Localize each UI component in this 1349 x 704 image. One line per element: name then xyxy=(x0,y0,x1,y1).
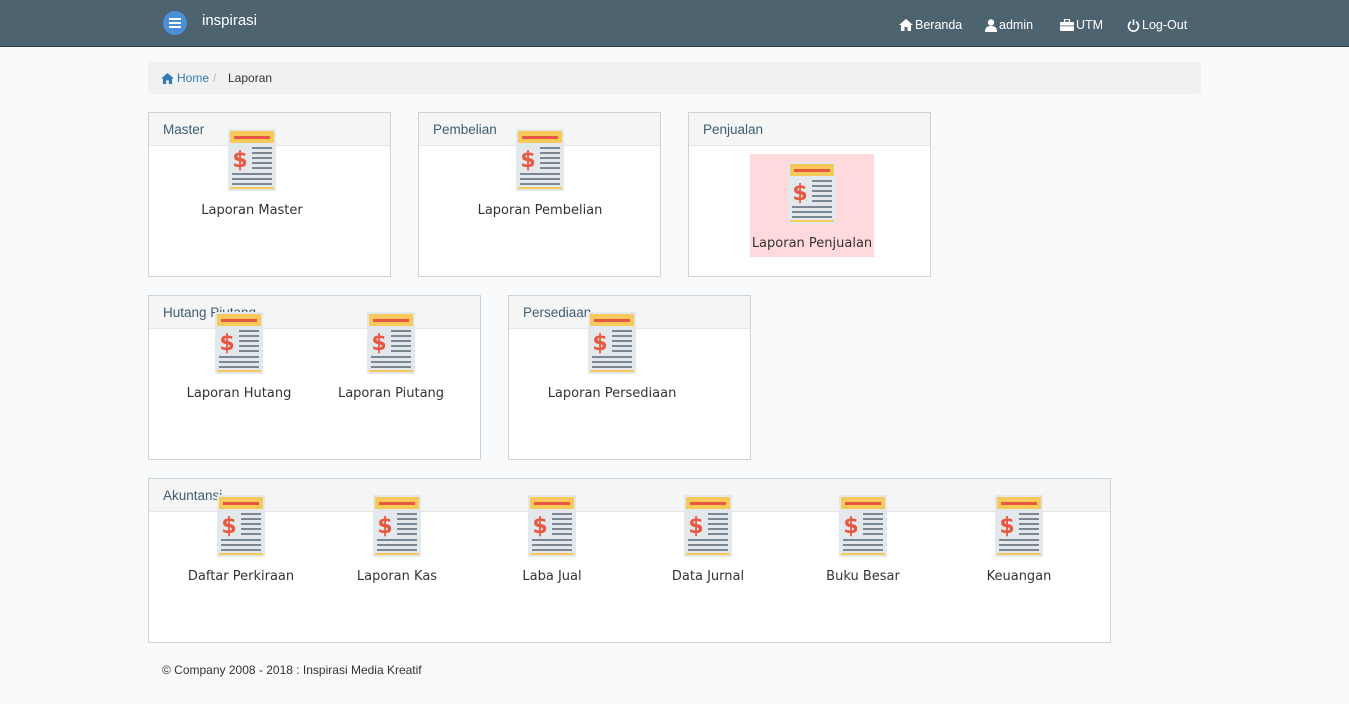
report-item-label: Laba Jual xyxy=(522,569,582,584)
nav-utm-label: UTM xyxy=(1076,18,1104,32)
breadcrumb-current: Laporan xyxy=(228,71,273,85)
svg-text:$: $ xyxy=(792,181,807,206)
brand-name[interactable]: inspirasi xyxy=(202,12,257,29)
svg-text:$: $ xyxy=(232,148,247,173)
report-item-label: Laporan Kas xyxy=(356,569,438,584)
report-document-icon: $ xyxy=(228,129,276,191)
report-item-label: Laporan Persediaan xyxy=(547,386,677,401)
breadcrumb-separator: / xyxy=(213,71,217,85)
footer-copyright: © Company 2008 - 2018 : Inspirasi Media … xyxy=(162,663,422,677)
report-item-label: Daftar Perkiraan xyxy=(187,569,295,584)
report-item-laporan-master[interactable]: $ Laporan Master xyxy=(190,121,314,224)
report-item-label: Laporan Penjualan xyxy=(751,236,873,251)
report-document-icon: $ xyxy=(373,495,421,557)
svg-text:$: $ xyxy=(221,514,236,539)
report-item-keuangan[interactable]: $ Keuangan xyxy=(957,487,1081,590)
report-item-laporan-pembelian[interactable]: $ Laporan Pembelian xyxy=(478,121,602,224)
report-item-laporan-piutang[interactable]: $ Laporan Piutang xyxy=(329,304,453,407)
panel-penjualan-title: Penjualan xyxy=(689,113,930,146)
svg-text:$: $ xyxy=(843,514,858,539)
report-document-icon: $ xyxy=(684,495,732,557)
svg-text:$: $ xyxy=(520,148,535,173)
report-item-data-jurnal[interactable]: $ Data Jurnal xyxy=(646,487,770,590)
svg-text:$: $ xyxy=(592,331,607,356)
nav-utm-link[interactable]: UTM xyxy=(1060,16,1103,34)
nav-logout-link[interactable]: Log-Out xyxy=(1127,16,1187,34)
briefcase-icon xyxy=(1060,19,1074,31)
svg-text:$: $ xyxy=(219,331,234,356)
report-item-laporan-kas[interactable]: $ Laporan Kas xyxy=(335,487,459,590)
top-navbar: inspirasi Beranda admin UTM Log-Out xyxy=(0,0,1349,47)
report-item-label: Data Jurnal xyxy=(671,569,745,584)
report-item-label: Laporan Piutang xyxy=(337,386,445,401)
report-document-icon: $ xyxy=(528,495,576,557)
breadcrumb-home-label: Home xyxy=(177,71,210,85)
breadcrumb: Home / Laporan xyxy=(148,62,1201,94)
report-item-daftar-perkiraan[interactable]: $ Daftar Perkiraan xyxy=(179,487,303,590)
report-item-buku-besar[interactable]: $ Buku Besar xyxy=(801,487,925,590)
svg-text:$: $ xyxy=(377,514,392,539)
report-item-laporan-persediaan[interactable]: $ Laporan Persediaan xyxy=(548,304,676,407)
svg-text:$: $ xyxy=(688,514,703,539)
home-icon xyxy=(161,72,174,84)
report-document-icon: $ xyxy=(839,495,887,557)
home-icon xyxy=(899,19,913,31)
report-item-laporan-hutang[interactable]: $ Laporan Hutang xyxy=(177,304,301,407)
panel-pembelian: Pembelian $ Laporan Pembelian xyxy=(418,112,661,277)
report-document-icon: $ xyxy=(588,312,636,374)
menu-toggle-icon[interactable] xyxy=(163,11,187,35)
svg-text:$: $ xyxy=(371,331,386,356)
report-document-icon: $ xyxy=(367,312,415,374)
user-icon xyxy=(985,18,997,32)
report-item-label: Laporan Pembelian xyxy=(477,203,603,218)
panel-master: Master $ Laporan Master xyxy=(148,112,391,277)
nav-beranda-link[interactable]: Beranda xyxy=(899,16,962,34)
panel-persediaan: Persediaan $ Laporan Persediaan xyxy=(508,295,751,460)
nav-beranda-label: Beranda xyxy=(915,18,963,32)
nav-logout-label: Log-Out xyxy=(1142,18,1188,32)
nav-admin-label: admin xyxy=(999,18,1034,32)
panel-akuntansi: Akuntansi $ Daftar Perkiraan $ Laporan K… xyxy=(148,478,1111,643)
report-document-icon: $ xyxy=(217,495,265,557)
report-document-icon: $ xyxy=(516,129,564,191)
report-document-icon: $ xyxy=(215,312,263,374)
report-item-label: Keuangan xyxy=(986,569,1052,584)
report-item-label: Laporan Hutang xyxy=(186,386,292,401)
svg-text:$: $ xyxy=(532,514,547,539)
power-icon xyxy=(1127,19,1140,32)
report-item-label: Laporan Master xyxy=(201,203,303,218)
breadcrumb-home-link[interactable]: Home xyxy=(161,71,209,85)
report-document-icon: $ xyxy=(788,162,836,224)
panel-penjualan: Penjualan $ Laporan Penjualan xyxy=(688,112,931,277)
panel-hutang-piutang: Hutang Piutang $ Laporan Hutang $ Lapora… xyxy=(148,295,481,460)
nav-admin-link[interactable]: admin xyxy=(985,16,1033,34)
report-item-label: Buku Besar xyxy=(826,569,900,584)
report-item-laba-jual[interactable]: $ Laba Jual xyxy=(490,487,614,590)
report-document-icon: $ xyxy=(995,495,1043,557)
svg-text:$: $ xyxy=(999,514,1014,539)
report-item-laporan-penjualan[interactable]: $ Laporan Penjualan xyxy=(750,154,874,257)
